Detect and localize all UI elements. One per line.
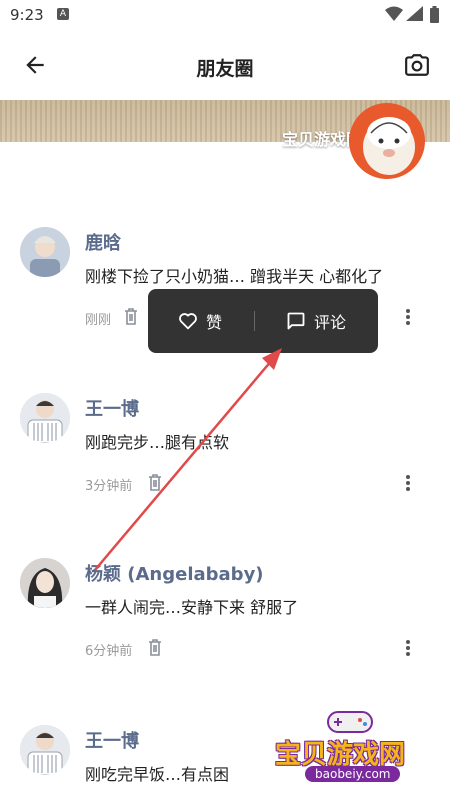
delete-icon[interactable] (147, 473, 163, 491)
battery-icon (430, 6, 439, 23)
comment-button[interactable]: 评论 (286, 309, 346, 333)
popup-divider (254, 311, 255, 331)
status-time: 9:23 (10, 6, 44, 24)
avatar[interactable] (20, 227, 70, 277)
avatar[interactable] (20, 725, 70, 775)
comment-icon (287, 312, 305, 330)
delete-icon[interactable] (123, 307, 139, 325)
like-label: 赞 (206, 313, 223, 332)
author-name[interactable]: 鹿晗 (85, 229, 121, 255)
avatar[interactable] (20, 393, 70, 443)
moment-time: 刚刚 (85, 313, 112, 328)
comment-label: 评论 (314, 313, 347, 332)
moment-text: 一群人闹完…安静下来 舒服了 (85, 598, 299, 617)
author-name[interactable]: 杨颖 (Angelababy) (85, 560, 264, 586)
gamepad-icon (327, 711, 373, 733)
watermark-url: baobeiy.com (305, 766, 401, 782)
more-vertical-icon[interactable] (400, 473, 416, 493)
like-button[interactable]: 赞 (178, 309, 222, 333)
notification-icon: A (57, 8, 69, 20)
moment-time: 3分钟前 (85, 479, 133, 494)
delete-icon[interactable] (147, 638, 163, 656)
camera-icon[interactable] (404, 52, 430, 78)
avatar[interactable] (20, 558, 70, 608)
more-vertical-icon[interactable] (400, 638, 416, 658)
moment-text: 刚吃完早饭…有点困 (85, 765, 230, 784)
moment-text: 刚跑完步…腿有点软 (85, 433, 230, 452)
moment-time: 6分钟前 (85, 644, 133, 659)
moment-text: 刚楼下捡了只小奶猫… 蹭我半天 心都化了 (85, 267, 384, 286)
page-title: 朋友圈 (196, 58, 254, 80)
more-vertical-icon[interactable] (400, 307, 416, 327)
heart-icon (179, 313, 197, 330)
like-comment-popup: 赞 评论 (148, 289, 378, 353)
watermark-logo: 宝贝游戏网 baobeiy.com (275, 706, 440, 792)
signal-icon (406, 6, 423, 21)
status-bar: 9:23 A (0, 0, 450, 30)
author-name[interactable]: 王一博 (85, 395, 139, 421)
author-name[interactable]: 王一博 (85, 727, 139, 753)
profile-avatar[interactable] (349, 103, 425, 179)
wifi-icon (385, 6, 403, 21)
app-bar: 朋友圈 (0, 30, 450, 100)
